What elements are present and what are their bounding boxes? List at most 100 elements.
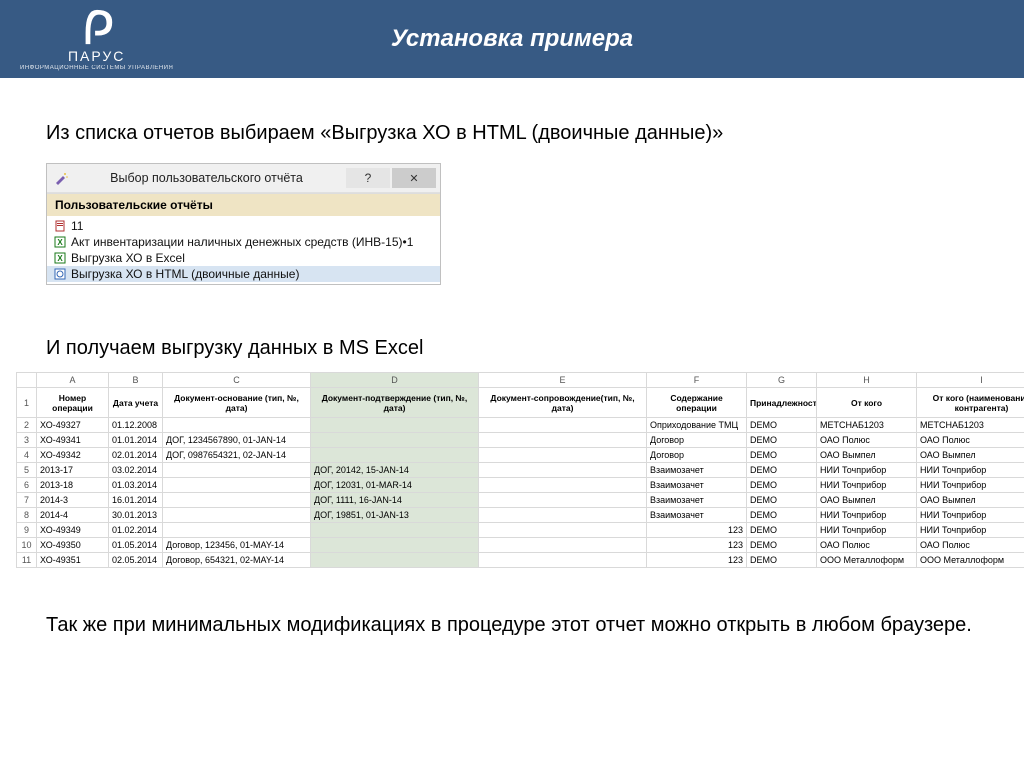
cell[interactable]: 02.05.2014 <box>109 553 163 568</box>
cell[interactable]: DEMO <box>747 463 817 478</box>
cell[interactable]: 02.01.2014 <box>109 448 163 463</box>
cell[interactable]: Взаимозачет <box>647 463 747 478</box>
report-list-item[interactable]: XВыгрузка ХО в Excel <box>47 250 440 266</box>
cell[interactable]: Договор, 123456, 01-MAY-14 <box>163 538 311 553</box>
cell[interactable]: НИИ Точприбор <box>917 523 1024 538</box>
cell[interactable]: ОАО Вымпел <box>817 493 917 508</box>
cell[interactable]: НИИ Точприбор <box>917 508 1024 523</box>
cell[interactable]: МЕТСНАБ1203 <box>817 418 917 433</box>
cell[interactable]: ООО Металлоформ <box>817 553 917 568</box>
cell[interactable] <box>479 508 647 523</box>
cell[interactable]: ХО-49350 <box>37 538 109 553</box>
col-letter[interactable]: D <box>311 373 479 388</box>
report-list-item[interactable]: 11 <box>47 218 440 234</box>
cell[interactable] <box>311 448 479 463</box>
cell[interactable]: 01.03.2014 <box>109 478 163 493</box>
row-number[interactable]: 6 <box>17 478 37 493</box>
cell[interactable] <box>163 523 311 538</box>
cell[interactable] <box>479 418 647 433</box>
cell[interactable]: ОАО Вымпел <box>817 448 917 463</box>
cell[interactable]: 2013-17 <box>37 463 109 478</box>
cell[interactable]: DEMO <box>747 538 817 553</box>
cell[interactable]: 2014-3 <box>37 493 109 508</box>
cell[interactable]: Взаимозачет <box>647 478 747 493</box>
cell[interactable]: ОАО Вымпел <box>917 493 1024 508</box>
row-number[interactable]: 5 <box>17 463 37 478</box>
cell[interactable] <box>163 478 311 493</box>
column-header[interactable]: От кого <box>817 388 917 418</box>
cell[interactable]: НИИ Точприбор <box>817 523 917 538</box>
cell[interactable]: ХО-49327 <box>37 418 109 433</box>
cell[interactable]: ХО-49341 <box>37 433 109 448</box>
column-header[interactable]: Документ-подтверждение (тип, №, дата) <box>311 388 479 418</box>
cell[interactable]: НИИ Точприбор <box>817 478 917 493</box>
col-letter[interactable]: I <box>917 373 1024 388</box>
cell[interactable]: ДОГ, 1234567890, 01-JAN-14 <box>163 433 311 448</box>
cell[interactable] <box>163 463 311 478</box>
cell[interactable]: DEMO <box>747 448 817 463</box>
row-number[interactable]: 9 <box>17 523 37 538</box>
cell[interactable]: НИИ Точприбор <box>917 478 1024 493</box>
column-header[interactable]: От кого (наименование контрагента) <box>917 388 1024 418</box>
cell[interactable]: DEMO <box>747 493 817 508</box>
row-number[interactable]: 1 <box>17 388 37 418</box>
cell[interactable]: DEMO <box>747 478 817 493</box>
row-number[interactable]: 2 <box>17 418 37 433</box>
row-number[interactable]: 11 <box>17 553 37 568</box>
col-letter[interactable]: E <box>479 373 647 388</box>
cell[interactable]: ХО-49342 <box>37 448 109 463</box>
row-number[interactable]: 7 <box>17 493 37 508</box>
cell[interactable] <box>163 418 311 433</box>
column-header[interactable]: Документ-сопровождение(тип, №, дата) <box>479 388 647 418</box>
cell[interactable]: Оприходование ТМЦ <box>647 418 747 433</box>
cell[interactable]: ДОГ, 1111, 16-JAN-14 <box>311 493 479 508</box>
cell[interactable] <box>479 538 647 553</box>
col-letter[interactable]: A <box>37 373 109 388</box>
cell[interactable]: ХО-49351 <box>37 553 109 568</box>
row-number[interactable]: 8 <box>17 508 37 523</box>
cell[interactable]: 16.01.2014 <box>109 493 163 508</box>
cell[interactable]: 123 <box>647 553 747 568</box>
cell[interactable]: НИИ Точприбор <box>817 463 917 478</box>
cell[interactable] <box>479 433 647 448</box>
cell[interactable] <box>311 553 479 568</box>
cell[interactable]: ОАО Полюс <box>917 433 1024 448</box>
cell[interactable]: МЕТСНАБ1203 <box>917 418 1024 433</box>
cell[interactable] <box>311 418 479 433</box>
column-header[interactable]: Дата учета <box>109 388 163 418</box>
cell[interactable]: 123 <box>647 538 747 553</box>
report-list-item[interactable]: XАкт инвентаризации наличных денежных ср… <box>47 234 440 250</box>
cell[interactable] <box>479 553 647 568</box>
cell[interactable] <box>479 463 647 478</box>
cell[interactable] <box>311 433 479 448</box>
cell[interactable]: ДОГ, 19851, 01-JAN-13 <box>311 508 479 523</box>
help-button[interactable]: ? <box>346 168 390 188</box>
column-header[interactable]: Документ-основание (тип, №, дата) <box>163 388 311 418</box>
row-number[interactable]: 3 <box>17 433 37 448</box>
cell[interactable]: ОАО Полюс <box>817 433 917 448</box>
cell[interactable]: 2013-18 <box>37 478 109 493</box>
cell[interactable]: 01.02.2014 <box>109 523 163 538</box>
cell[interactable]: 01.01.2014 <box>109 433 163 448</box>
cell[interactable]: НИИ Точприбор <box>917 463 1024 478</box>
cell[interactable] <box>479 523 647 538</box>
cell[interactable] <box>479 478 647 493</box>
col-letter[interactable]: C <box>163 373 311 388</box>
row-number[interactable]: 4 <box>17 448 37 463</box>
column-header[interactable]: Содержание операции <box>647 388 747 418</box>
report-list-item[interactable]: Выгрузка ХО в HTML (двоичные данные) <box>47 266 440 282</box>
cell[interactable]: DEMO <box>747 433 817 448</box>
cell[interactable]: 30.01.2013 <box>109 508 163 523</box>
cell[interactable]: НИИ Точприбор <box>817 508 917 523</box>
cell[interactable]: ОАО Вымпел <box>917 448 1024 463</box>
col-letter[interactable]: F <box>647 373 747 388</box>
column-header[interactable]: Принадлежность <box>747 388 817 418</box>
cell[interactable]: ДОГ, 20142, 15-JAN-14 <box>311 463 479 478</box>
cell[interactable]: Договор <box>647 433 747 448</box>
col-letter[interactable]: B <box>109 373 163 388</box>
cell[interactable]: Взаимозачет <box>647 493 747 508</box>
cell[interactable]: ОАО Полюс <box>817 538 917 553</box>
column-header[interactable]: Номер операции <box>37 388 109 418</box>
col-letter[interactable]: H <box>817 373 917 388</box>
cell[interactable]: ДОГ, 0987654321, 02-JAN-14 <box>163 448 311 463</box>
